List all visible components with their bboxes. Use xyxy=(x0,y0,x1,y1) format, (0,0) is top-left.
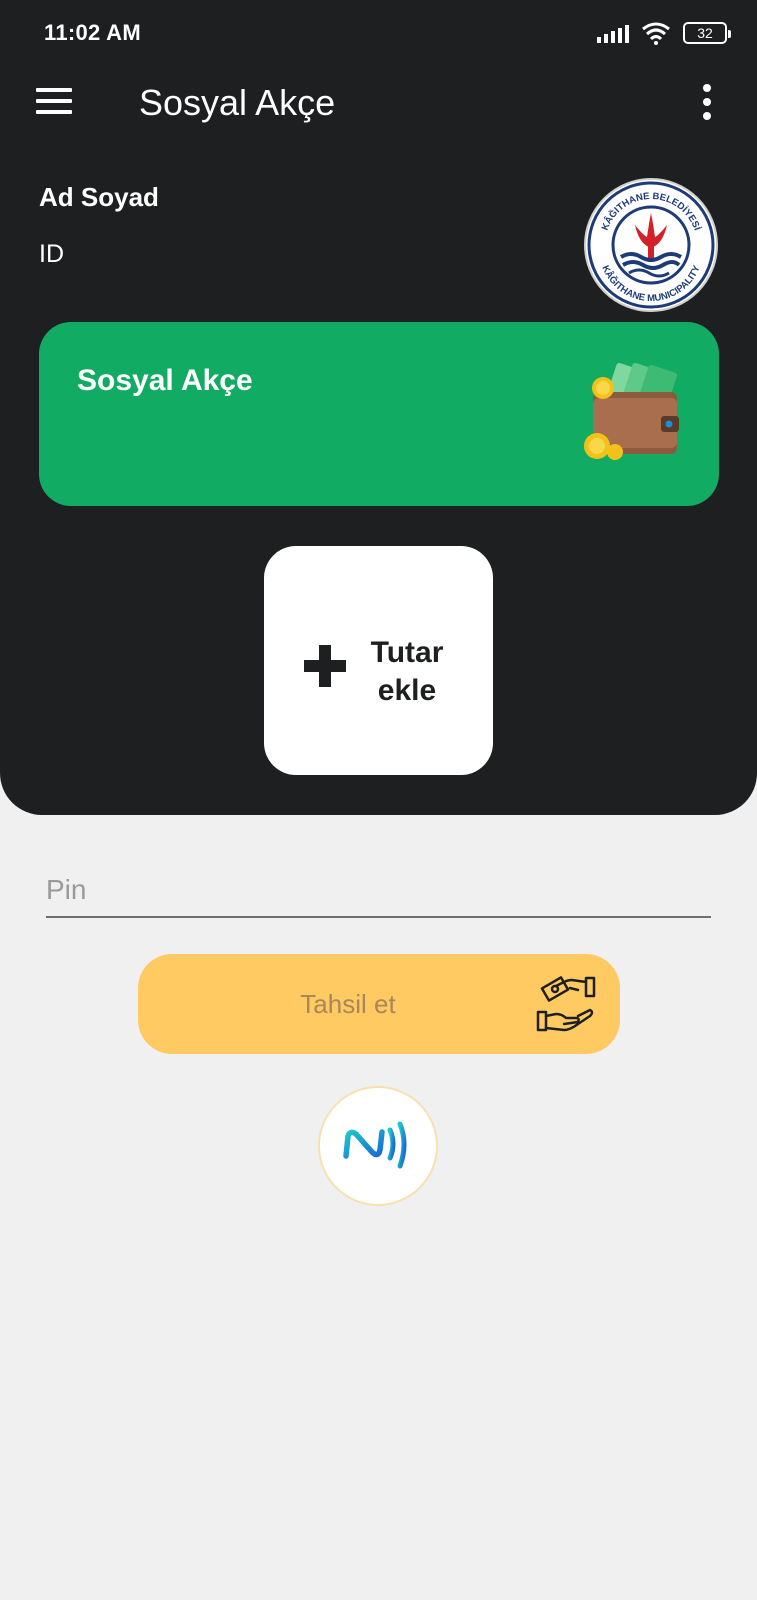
collect-button-label: Tahsil et xyxy=(300,989,396,1019)
user-id-label: ID xyxy=(39,240,64,268)
add-amount-label-line1: Tutar xyxy=(370,636,444,669)
hamburger-menu-icon[interactable] xyxy=(36,88,74,118)
signal-icon xyxy=(597,23,629,43)
balance-card[interactable]: Sosyal Akçe xyxy=(39,322,719,506)
balance-card-title: Sosyal Akçe xyxy=(77,364,253,397)
add-amount-label-line2: ekle xyxy=(377,674,437,707)
status-icons: 32 xyxy=(597,20,731,46)
plus-icon xyxy=(304,645,346,687)
pin-input[interactable] xyxy=(46,870,711,918)
add-amount-label: Tutar ekle xyxy=(362,634,452,710)
nfc-icon xyxy=(343,1121,407,1169)
nfc-button[interactable] xyxy=(318,1086,438,1206)
add-amount-button[interactable]: Tutar ekle xyxy=(264,546,493,775)
hand-money-icon xyxy=(536,976,596,1032)
battery-icon: 32 xyxy=(683,22,731,44)
municipality-logo: KÂĞITHANE BELEDİYESİ KÂĞITHANE MUNICIPAL… xyxy=(584,178,718,312)
user-name-label: Ad Soyad xyxy=(39,182,159,212)
status-bar: 11:02 AM 32 xyxy=(0,0,757,64)
app-bar: Sosyal Akçe xyxy=(0,64,757,140)
app-title: Sosyal Akçe xyxy=(139,82,336,123)
more-vertical-icon[interactable] xyxy=(697,84,717,120)
wallet-icon xyxy=(584,363,679,460)
collect-button[interactable]: Tahsil et xyxy=(138,954,620,1054)
battery-level: 32 xyxy=(697,25,713,41)
status-time: 11:02 AM xyxy=(44,20,141,45)
wifi-icon xyxy=(642,22,670,45)
